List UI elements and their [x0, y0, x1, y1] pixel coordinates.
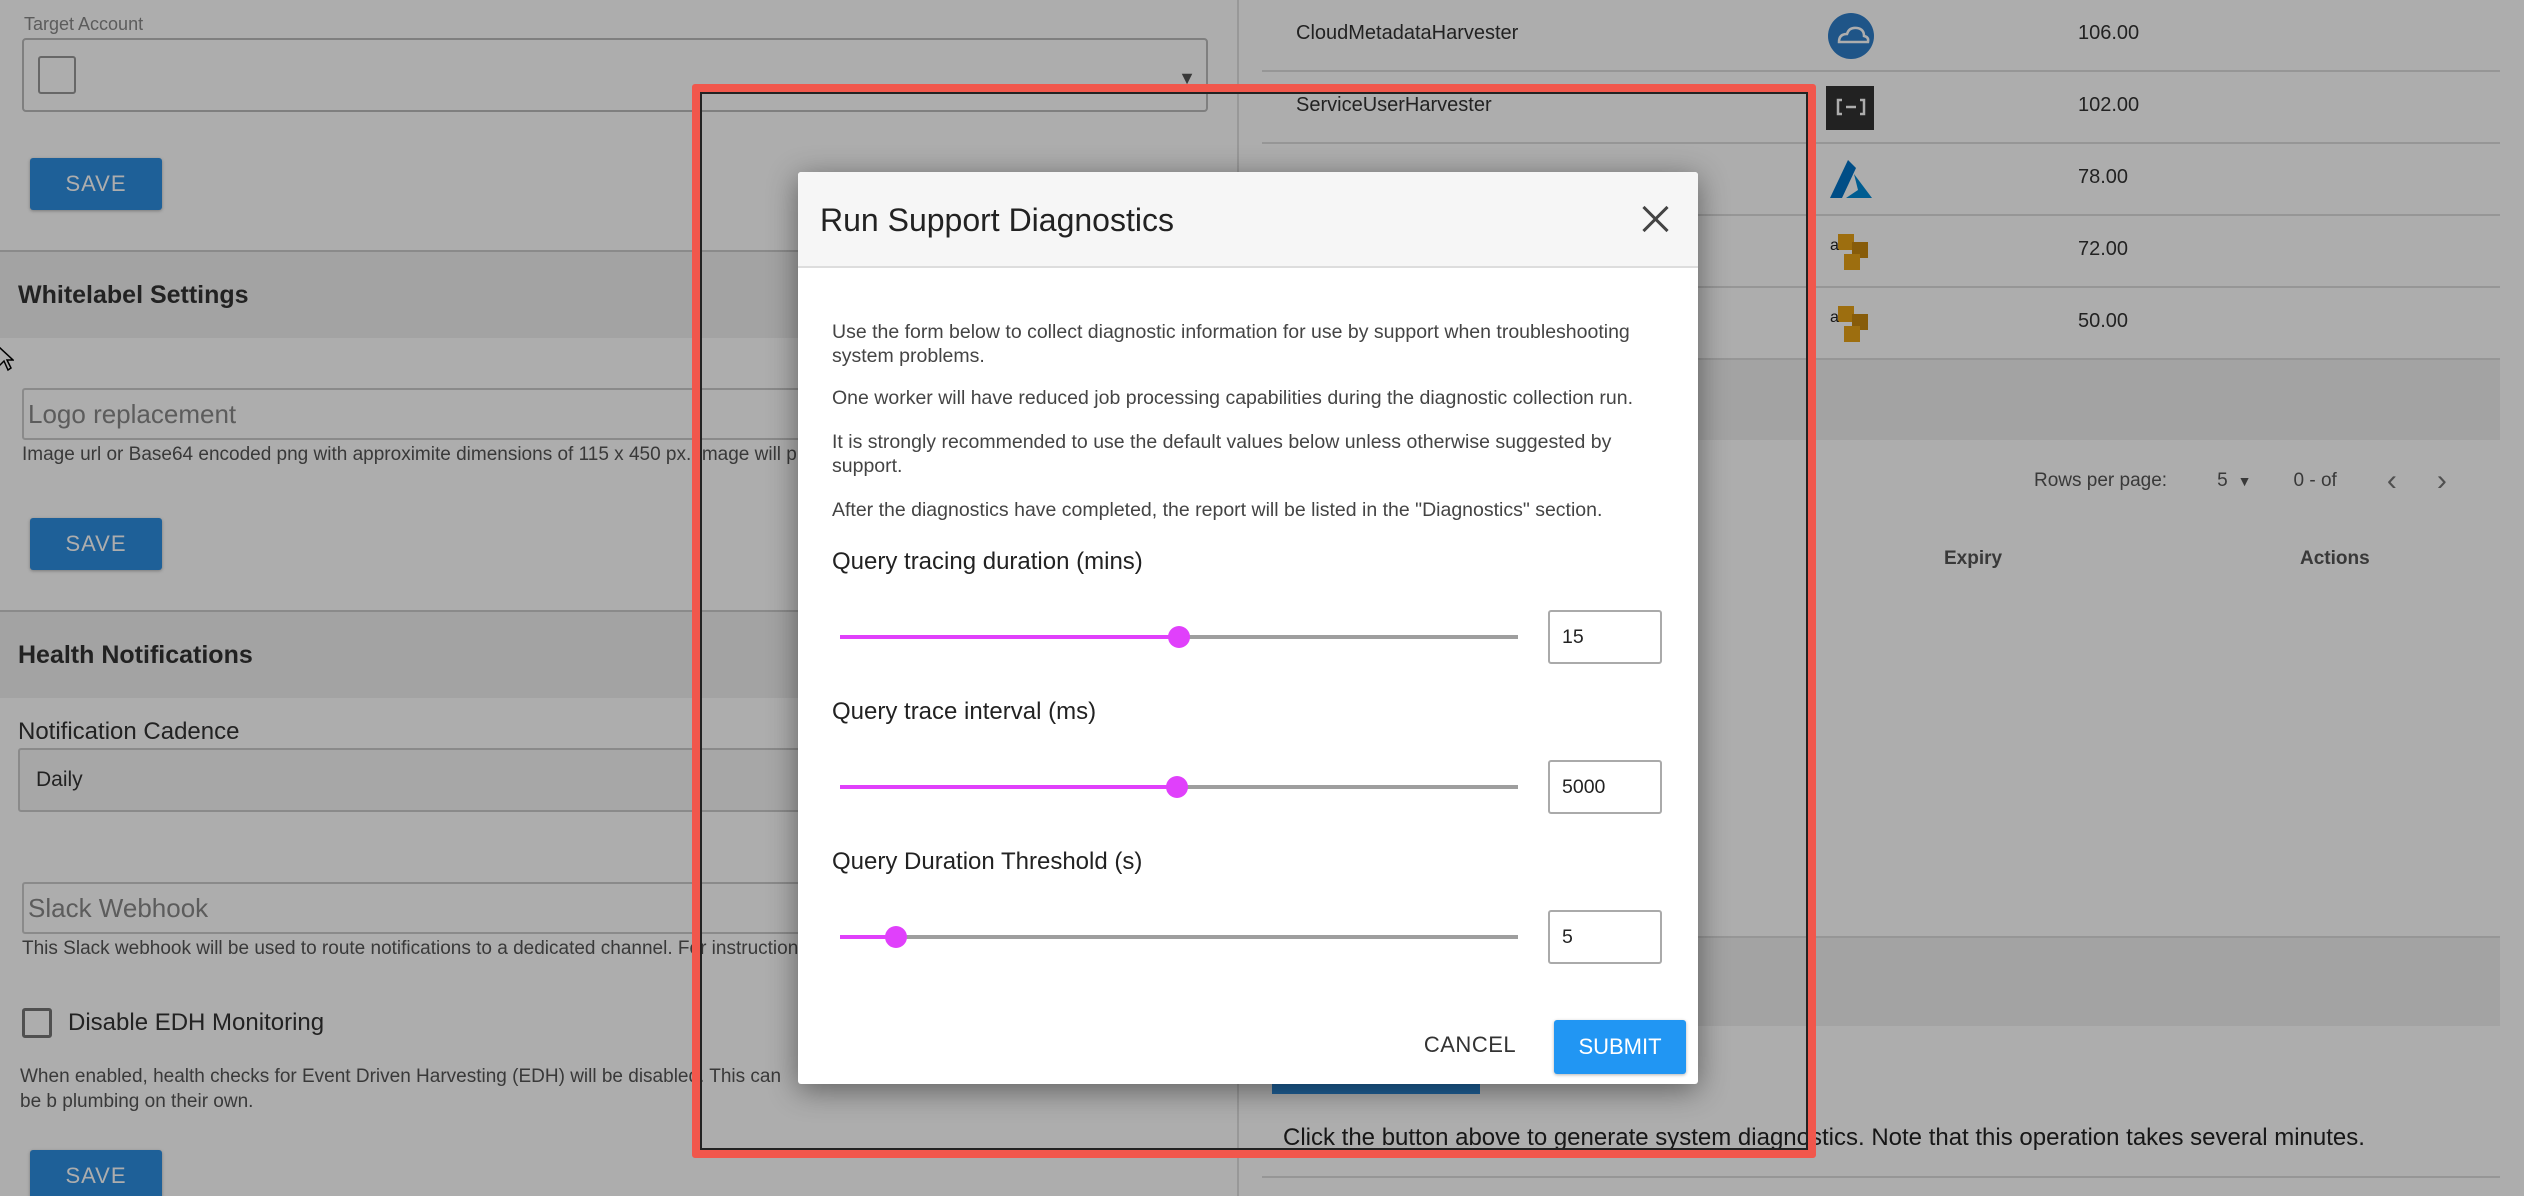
query-trace-interval-slider[interactable]: [840, 772, 1518, 802]
slider-track: [840, 935, 1518, 939]
dialog-title: Run Support Diagnostics: [820, 202, 1174, 238]
description-paragraph: One worker will have reduced job process…: [832, 387, 1634, 409]
description-paragraph: After the diagnostics have completed, th…: [832, 499, 1603, 521]
query-tracing-duration-label: Query tracing duration (mins): [832, 548, 1143, 575]
query-trace-interval-input[interactable]: 5000: [1548, 760, 1662, 814]
slider-thumb[interactable]: [1165, 776, 1188, 798]
dialog-description: Use the form below to collect diagnostic…: [832, 320, 1662, 542]
close-icon[interactable]: [1640, 204, 1670, 234]
dialog-header: Run Support Diagnostics: [798, 172, 1698, 268]
slider-fill: [840, 635, 1179, 639]
query-tracing-duration-slider[interactable]: [840, 622, 1518, 652]
description-paragraph: It is strongly recommended to use the de…: [832, 431, 1612, 477]
slider-thumb[interactable]: [884, 926, 907, 948]
submit-button[interactable]: SUBMIT: [1554, 1020, 1686, 1074]
cancel-button[interactable]: CANCEL: [1420, 1020, 1520, 1070]
description-paragraph: Use the form below to collect diagnostic…: [832, 321, 1630, 367]
query-duration-threshold-label: Query Duration Threshold (s): [832, 848, 1143, 875]
query-trace-interval-label: Query trace interval (ms): [832, 698, 1097, 725]
query-tracing-duration-input[interactable]: 15: [1548, 610, 1662, 664]
slider-fill: [840, 785, 1177, 789]
query-duration-threshold-slider[interactable]: [840, 922, 1518, 952]
query-duration-threshold-input[interactable]: 5: [1548, 910, 1662, 964]
slider-thumb[interactable]: [1168, 626, 1190, 648]
run-support-diagnostics-dialog: Run Support Diagnostics Use the form bel…: [798, 172, 1698, 1084]
